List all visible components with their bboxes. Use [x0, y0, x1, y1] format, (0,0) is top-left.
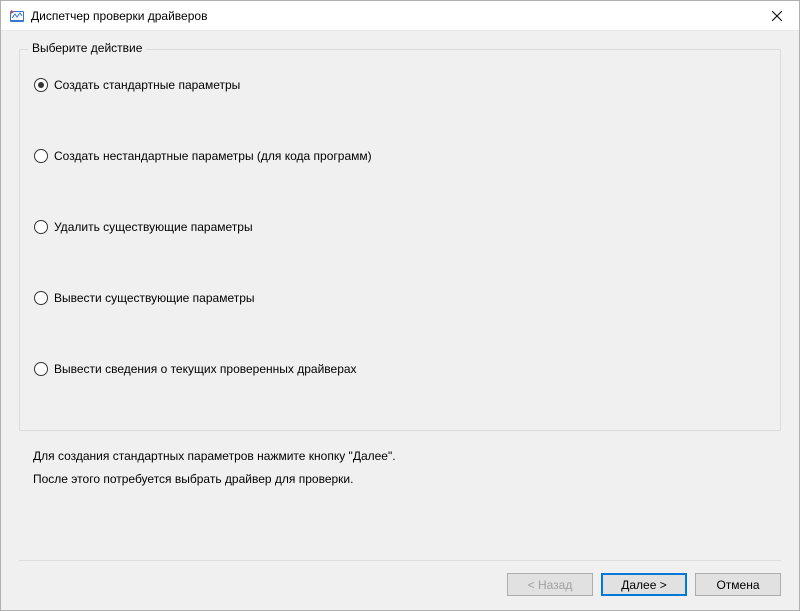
- radio-label: Создать стандартные параметры: [54, 78, 240, 92]
- button-separator: [19, 560, 781, 561]
- radio-input[interactable]: [34, 291, 48, 305]
- action-groupbox: Выберите действие Создать стандартные па…: [19, 49, 781, 431]
- description-text: Для создания стандартных параметров нажм…: [33, 449, 781, 495]
- radio-label: Вывести сведения о текущих проверенных д…: [54, 362, 357, 376]
- radio-input[interactable]: [34, 362, 48, 376]
- titlebar: Диспетчер проверки драйверов: [1, 1, 799, 31]
- next-button[interactable]: Далее >: [601, 573, 687, 596]
- groupbox-label: Выберите действие: [28, 41, 146, 55]
- radio-label: Удалить существующие параметры: [54, 220, 253, 234]
- radio-input[interactable]: [34, 220, 48, 234]
- window-title: Диспетчер проверки драйверов: [31, 9, 754, 23]
- content-area: Выберите действие Создать стандартные па…: [1, 31, 799, 610]
- radio-input[interactable]: [34, 78, 48, 92]
- radio-show-existing[interactable]: Вывести существующие параметры: [34, 291, 766, 305]
- description-line1: Для создания стандартных параметров нажм…: [33, 449, 781, 463]
- description-line2: После этого потребуется выбрать драйвер …: [33, 472, 781, 486]
- radio-show-current[interactable]: Вывести сведения о текущих проверенных д…: [34, 362, 766, 376]
- close-button[interactable]: [754, 1, 799, 31]
- button-row: < Назад Далее > Отмена: [19, 573, 781, 610]
- radio-label: Вывести существующие параметры: [54, 291, 255, 305]
- close-icon: [772, 11, 782, 21]
- app-icon: [9, 8, 25, 24]
- radio-delete-existing[interactable]: Удалить существующие параметры: [34, 220, 766, 234]
- radio-label: Создать нестандартные параметры (для код…: [54, 149, 372, 163]
- back-button: < Назад: [507, 573, 593, 596]
- cancel-button[interactable]: Отмена: [695, 573, 781, 596]
- radio-create-custom[interactable]: Создать нестандартные параметры (для код…: [34, 149, 766, 163]
- radio-create-standard[interactable]: Создать стандартные параметры: [34, 78, 766, 92]
- radio-input[interactable]: [34, 149, 48, 163]
